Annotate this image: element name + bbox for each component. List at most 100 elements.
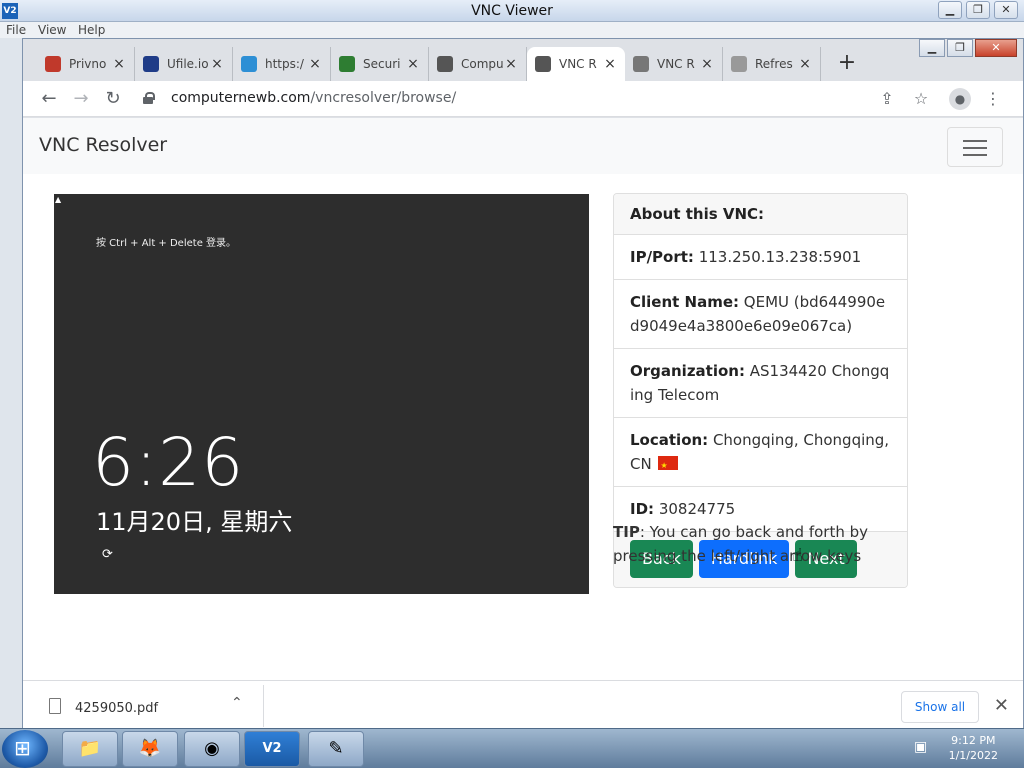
hamburger-icon-bar xyxy=(963,147,987,149)
show-all-button[interactable]: Show all xyxy=(901,691,979,723)
id-value: 30824775 xyxy=(658,500,736,518)
vnc-viewer-menubar: File View Help xyxy=(0,22,1024,38)
chrome-tab-strip: ▁ ❐ ✕ Privno × Ufile.io × https:/× Securi × Com… xyxy=(23,39,1023,81)
tab-close-icon[interactable]: × xyxy=(210,56,224,72)
chrome-minimize-button[interactable]: ▁ xyxy=(919,39,945,57)
refresh-favicon-icon xyxy=(731,56,747,72)
tab-label: VNC R xyxy=(657,57,695,71)
tab-label: Ufile.io xyxy=(167,57,209,71)
tab-label: VNC R xyxy=(559,57,597,71)
download-file-name[interactable]: 4259050.pdf xyxy=(75,701,158,716)
back-arrow-icon[interactable]: ← xyxy=(37,87,61,111)
url-domain: computernewb.com xyxy=(171,90,311,106)
tab-label: Refres xyxy=(755,57,793,71)
lock-icon[interactable] xyxy=(143,92,155,104)
firefox-taskbar-icon[interactable]: 🦊 xyxy=(122,731,178,767)
explorer-taskbar-icon[interactable]: 📁 xyxy=(62,731,118,767)
navbar-toggler-button[interactable] xyxy=(947,127,1003,167)
site-navbar: VNC Resolver xyxy=(23,118,1023,174)
navigation-tip: TIP: You can go back and forth by pressi… xyxy=(613,520,903,568)
client-name-row: Client Name: QEMU (bd644990ed9049e4a3800… xyxy=(614,280,907,349)
browser-tab[interactable]: VNC R × xyxy=(625,47,723,81)
menu-view[interactable]: View xyxy=(38,23,66,37)
vnc-favicon-icon xyxy=(535,56,551,72)
browser-tab[interactable]: Privno × xyxy=(37,47,135,81)
browser-toolbar: ← → ↻ computernewb.com/vncresolver/brows… xyxy=(23,81,1023,117)
chrome-restore-button[interactable]: ❐ xyxy=(947,39,973,57)
tab-close-icon[interactable]: × xyxy=(504,56,518,72)
close-shelf-icon[interactable]: ✕ xyxy=(994,695,1009,716)
share-icon[interactable]: ⇪ xyxy=(875,87,899,111)
mouse-pointer-hand-icon: ☝ xyxy=(792,545,803,566)
id-label: ID: xyxy=(630,500,655,518)
vnc-viewer-taskbar-icon[interactable]: V2 xyxy=(244,731,300,767)
windows-taskbar: 📁 🦊 ◉ V2 ✎ ▣ 9:12 PM 1/1/2022 xyxy=(0,728,1024,768)
vnc-minimize-button[interactable]: ▁ xyxy=(938,1,962,19)
tab-close-icon[interactable]: × xyxy=(798,56,812,72)
ip-port-label: IP/Port: xyxy=(630,248,694,266)
ip-port-value: 113.250.13.238:5901 xyxy=(698,248,862,266)
lockscreen-time: 6:26 xyxy=(92,424,245,501)
new-tab-button[interactable]: + xyxy=(833,50,861,78)
tab-label: Compu xyxy=(461,57,504,71)
vnc-restore-button[interactable]: ❐ xyxy=(966,1,990,19)
security-favicon-icon xyxy=(339,56,355,72)
chrome-menu-icon[interactable]: ⋮ xyxy=(981,87,1005,111)
tip-text: : You can go back and forth by pressing … xyxy=(613,523,869,565)
computer-favicon-icon xyxy=(437,56,453,72)
remote-desktop-background xyxy=(0,38,22,728)
notepad-taskbar-icon[interactable]: ✎ xyxy=(308,731,364,767)
tab-label: https:/ xyxy=(265,57,304,71)
loading-favicon-icon xyxy=(633,56,649,72)
url-path: /vncresolver/browse/ xyxy=(310,90,457,106)
tab-close-icon[interactable]: × xyxy=(112,56,126,72)
browser-tab[interactable]: https:/ × xyxy=(233,47,331,81)
vnc-close-button[interactable]: ✕ xyxy=(994,1,1018,19)
tab-close-icon[interactable]: × xyxy=(406,56,420,72)
browser-tab[interactable]: VNC R × xyxy=(527,47,625,81)
7i-favicon-icon xyxy=(241,56,257,72)
system-clock[interactable]: 9:12 PM 1/1/2022 xyxy=(949,733,998,763)
ip-port-row: IP/Port: 113.250.13.238:5901 xyxy=(614,235,907,280)
browser-tab[interactable]: Compu × xyxy=(429,47,527,81)
network-tray-icon[interactable]: ▣ xyxy=(914,739,927,755)
tab-close-icon[interactable]: × xyxy=(308,56,322,72)
mouse-cursor-icon: ▲ xyxy=(55,195,62,204)
browser-tab[interactable]: Refres × xyxy=(723,47,821,81)
hamburger-icon xyxy=(963,140,987,142)
menu-help[interactable]: Help xyxy=(78,23,105,37)
start-button[interactable] xyxy=(2,730,48,768)
clock-date: 1/1/2022 xyxy=(948,749,998,762)
tip-label: TIP xyxy=(613,523,640,541)
download-shelf: 4259050.pdf ⌃ Show all ✕ xyxy=(23,680,1023,729)
client-name-label: Client Name: xyxy=(630,293,740,311)
vnc-viewer-title: VNC Viewer xyxy=(471,3,553,19)
lockscreen-date: 11月20日, 星期六 xyxy=(96,508,293,536)
chrome-window: ▁ ❐ ✕ Privno × Ufile.io × https:/× Securi × Com… xyxy=(22,38,1024,729)
privno-favicon-icon xyxy=(45,56,61,72)
reload-icon[interactable]: ↻ xyxy=(101,87,125,111)
bookmark-star-icon[interactable]: ☆ xyxy=(909,87,933,111)
tab-label: Privno xyxy=(69,57,107,71)
url-text[interactable]: computernewb.com/vncresolver/browse/ xyxy=(171,90,456,106)
network-icon: ⟳ xyxy=(102,547,113,562)
profile-avatar-icon[interactable]: ● xyxy=(949,88,971,110)
tab-close-icon[interactable]: × xyxy=(603,56,617,72)
organization-row: Organization: AS134420 Chongqing Telecom xyxy=(614,349,907,418)
tab-close-icon[interactable]: × xyxy=(700,56,714,72)
china-flag-icon xyxy=(658,454,679,478)
browser-tab[interactable]: Securi × xyxy=(331,47,429,81)
chrome-close-button[interactable]: ✕ xyxy=(975,39,1017,57)
login-hint: 按 Ctrl + Alt + Delete 登录。 xyxy=(96,238,237,249)
tab-label: Securi xyxy=(363,57,401,71)
browser-tab[interactable]: Ufile.io × xyxy=(135,47,233,81)
forward-arrow-icon[interactable]: → xyxy=(69,87,93,111)
chevron-up-icon[interactable]: ⌃ xyxy=(231,695,243,711)
menu-file[interactable]: File xyxy=(6,23,26,37)
organization-label: Organization: xyxy=(630,362,745,380)
site-brand[interactable]: VNC Resolver xyxy=(39,134,167,156)
clock-time: 9:12 PM xyxy=(951,734,996,747)
hamburger-icon-bar xyxy=(963,154,987,156)
chrome-taskbar-icon[interactable]: ◉ xyxy=(184,731,240,767)
vnc-screenshot: ▲ 按 Ctrl + Alt + Delete 登录。 6:26 11月20日,… xyxy=(54,194,589,594)
